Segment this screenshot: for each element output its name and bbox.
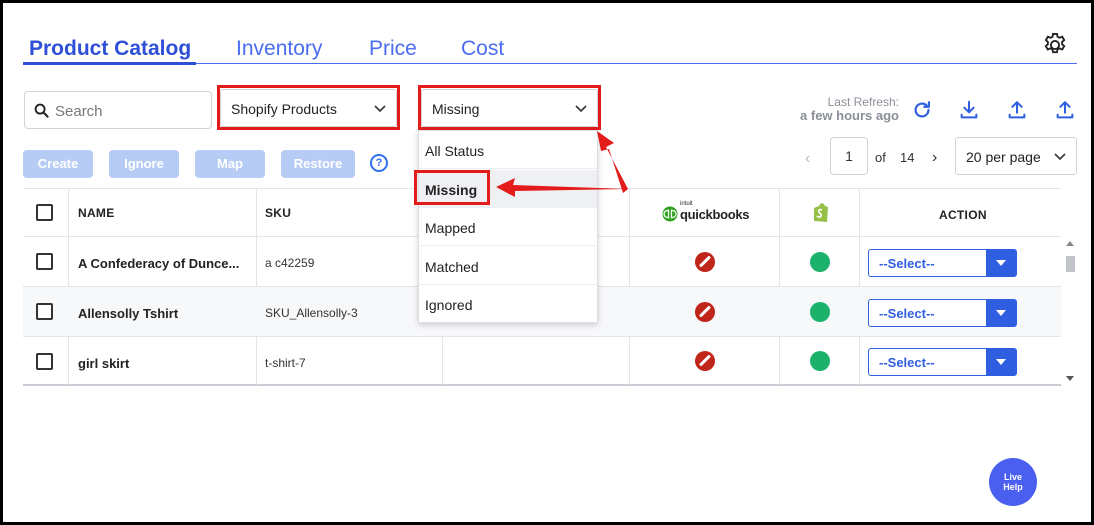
search-icon <box>34 103 49 118</box>
upload-icon[interactable] <box>1006 99 1028 121</box>
tab-product-catalog[interactable]: Product Catalog <box>29 37 191 61</box>
scroll-up-icon[interactable] <box>1066 240 1074 246</box>
search-placeholder: Search <box>55 103 103 120</box>
highlight-box-source <box>217 85 400 130</box>
action-select-value: --Select-- <box>879 256 935 271</box>
quickbooks-logo: intuit quickbooks <box>662 201 752 224</box>
active-tab-indicator <box>23 62 196 65</box>
row-checkbox[interactable] <box>36 303 53 320</box>
chevron-down-icon <box>986 250 1016 276</box>
status-dot <box>810 252 830 272</box>
highlight-box-missing <box>414 170 490 205</box>
live-help-line1: Live <box>1003 472 1022 482</box>
upload-icon[interactable] <box>1054 99 1076 121</box>
restore-button[interactable]: Restore <box>281 150 355 178</box>
page-of-label: of <box>875 150 886 165</box>
quickbooks-logo-mark <box>662 206 678 222</box>
per-page-value: 20 per page <box>966 149 1041 165</box>
row-checkbox[interactable] <box>36 253 53 270</box>
next-page-button[interactable]: › <box>932 149 937 167</box>
scrollbar-thumb[interactable] <box>1066 256 1075 272</box>
gear-icon[interactable] <box>1041 31 1069 59</box>
create-button[interactable]: Create <box>23 150 93 178</box>
status-option-ignored[interactable]: Ignored <box>419 285 597 323</box>
status-dot <box>810 302 830 322</box>
highlight-box-status <box>418 85 601 130</box>
table-row[interactable]: girl skirt t-shirt-7 --Select-- <box>23 337 1061 386</box>
tab-cost[interactable]: Cost <box>461 37 504 61</box>
total-pages: 14 <box>900 150 915 165</box>
status-option-matched[interactable]: Matched <box>419 247 597 285</box>
not-synced-icon <box>695 351 715 371</box>
chevron-down-icon <box>986 300 1016 326</box>
select-all-checkbox[interactable] <box>36 204 53 221</box>
ignore-button[interactable]: Ignore <box>109 150 179 178</box>
status-dropdown-menu: All Status Missing Mapped Matched Ignore… <box>418 130 598 323</box>
last-refresh-label: Last Refresh: <box>827 95 899 109</box>
last-refresh-value: a few hours ago <box>800 108 899 123</box>
prev-page-button[interactable]: ‹ <box>805 150 810 168</box>
last-refresh: Last Refresh: a few hours ago <box>800 95 899 123</box>
product-name: A Confederacy of Dunce... <box>78 256 240 271</box>
per-page-select[interactable]: 20 per page <box>955 137 1077 175</box>
live-help-line2: Help <box>1003 482 1023 492</box>
row-checkbox[interactable] <box>36 353 53 370</box>
action-select[interactable]: --Select-- <box>868 348 1017 376</box>
product-sku: t-shirt-7 <box>265 356 306 370</box>
product-sku: SKU_Allensolly-3 <box>265 306 358 320</box>
map-button[interactable]: Map <box>195 150 265 178</box>
help-icon[interactable]: ? <box>370 154 388 172</box>
action-select-value: --Select-- <box>879 355 935 370</box>
shopify-logo <box>814 203 828 222</box>
live-help-button[interactable]: Live Help <box>989 458 1037 506</box>
action-select[interactable]: --Select-- <box>868 299 1017 327</box>
download-icon[interactable] <box>958 99 980 121</box>
chevron-down-icon <box>986 349 1016 375</box>
action-select[interactable]: --Select-- <box>868 249 1017 277</box>
product-name: Allensolly Tshirt <box>78 306 179 321</box>
action-select-value: --Select-- <box>879 306 935 321</box>
quickbooks-logo-text: quickbooks <box>680 207 750 222</box>
product-name: girl skirt <box>78 356 130 371</box>
refresh-icon[interactable] <box>911 99 933 121</box>
status-option-all[interactable]: All Status <box>419 131 597 169</box>
app-frame: Product Catalog Inventory Price Cost Sea… <box>3 3 1091 522</box>
tab-inventory[interactable]: Inventory <box>236 37 322 61</box>
scroll-down-icon[interactable] <box>1066 376 1074 382</box>
status-dot <box>810 351 830 371</box>
product-sku: a c42259 <box>265 256 315 270</box>
not-synced-icon <box>695 252 715 272</box>
page-number-input[interactable]: 1 <box>830 137 868 175</box>
chevron-down-icon <box>1054 153 1066 161</box>
status-option-mapped[interactable]: Mapped <box>419 208 597 246</box>
tab-price[interactable]: Price <box>369 37 417 61</box>
not-synced-icon <box>695 302 715 322</box>
search-input[interactable]: Search <box>24 91 212 129</box>
